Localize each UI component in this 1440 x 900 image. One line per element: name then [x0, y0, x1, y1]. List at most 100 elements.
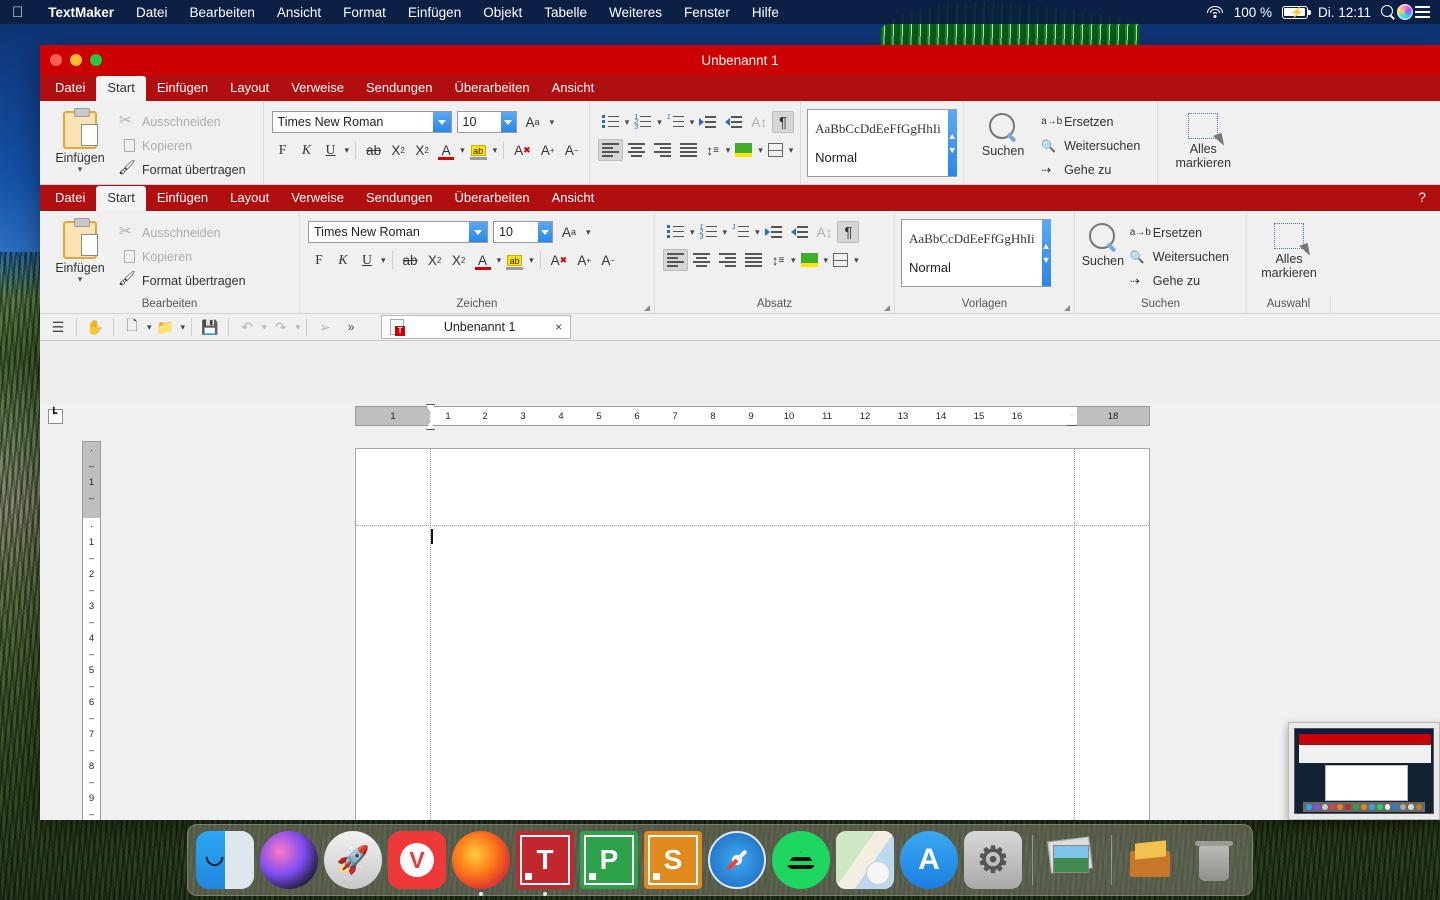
font-name-combo-2[interactable]: [308, 221, 488, 243]
align-center-icon[interactable]: [689, 249, 714, 271]
bullet-list-chevron-icon[interactable]: ▾: [690, 227, 695, 238]
dock-item-system-preferences[interactable]: [964, 831, 1022, 889]
paste-button-2[interactable]: Einfügen ▾: [46, 215, 114, 295]
redo-chevron-icon[interactable]: ▾: [296, 322, 301, 333]
dock-item-vivaldi[interactable]: [388, 831, 446, 889]
highlight-chevron-icon[interactable]: ▾: [529, 255, 534, 266]
help-button[interactable]: ?: [1418, 189, 1426, 205]
align-right-icon[interactable]: [650, 139, 675, 161]
change-case-icon[interactable]: Aa: [522, 111, 544, 133]
menu-item-hilfe[interactable]: Hilfe: [741, 5, 790, 20]
borders-chevron-icon[interactable]: ▾: [854, 255, 859, 266]
dock-item-preview[interactable]: [1043, 831, 1101, 889]
grow-font-button-2[interactable]: A+: [573, 249, 595, 271]
replace-button[interactable]: a→b Ersetzen: [1038, 112, 1143, 133]
tab-verweise[interactable]: Verweise: [280, 76, 355, 101]
italic-button-2[interactable]: K: [332, 249, 354, 271]
undo-chevron-icon[interactable]: ▾: [262, 322, 267, 333]
copy-button-2[interactable]: Kopieren: [116, 246, 249, 267]
font-size-dropdown-icon[interactable]: [538, 222, 552, 242]
dock-item-safari[interactable]: [708, 831, 766, 889]
undo-icon[interactable]: ↶: [235, 316, 259, 338]
bullet-list-icon[interactable]: [663, 221, 688, 243]
format-painter-button-2[interactable]: Format übertragen: [116, 270, 249, 291]
align-right-icon[interactable]: [715, 249, 740, 271]
tab-ueberarbeiten[interactable]: Überarbeiten: [443, 76, 540, 101]
find-button-2[interactable]: Suchen: [1081, 215, 1125, 295]
dock-item-presentations[interactable]: S: [644, 831, 702, 889]
close-document-icon[interactable]: ×: [555, 320, 562, 334]
shrink-font-button[interactable]: A−: [561, 139, 583, 161]
strikethrough-button[interactable]: ab: [362, 139, 385, 161]
superscript-button-2[interactable]: X2: [448, 249, 470, 271]
numbered-list-chevron-icon[interactable]: ▾: [723, 227, 728, 238]
menu-item-tabelle[interactable]: Tabelle: [533, 5, 598, 20]
shrink-font-button-2[interactable]: A−: [597, 249, 619, 271]
highlight-button-2[interactable]: ab: [503, 249, 526, 271]
decrease-indent-icon[interactable]: [787, 221, 812, 243]
styles-dialog-launcher[interactable]: [1064, 305, 1070, 311]
select-all-button-2[interactable]: Alles markieren: [1253, 215, 1325, 295]
change-case-chevron-icon[interactable]: ▾: [586, 227, 591, 238]
cut-button-2[interactable]: Ausschneiden: [116, 222, 249, 243]
align-center-icon[interactable]: [624, 139, 649, 161]
format-painter-button[interactable]: Format übertragen: [116, 160, 249, 181]
style-gallery-spinner[interactable]: ▲▼: [948, 110, 957, 176]
dock-item-firefox[interactable]: [452, 831, 510, 889]
document-tab[interactable]: Unbenannt 1 ×: [381, 315, 571, 339]
tab-datei[interactable]: Datei: [44, 76, 96, 101]
bold-button-2[interactable]: F: [308, 249, 330, 271]
menu-item-fenster[interactable]: Fenster: [673, 5, 741, 20]
underline-chevron-icon[interactable]: ▾: [345, 145, 350, 156]
font-color-chevron-icon[interactable]: ▾: [497, 255, 502, 266]
tab-start[interactable]: Start: [96, 76, 145, 101]
chevron-down-icon[interactable]: ▾: [78, 165, 83, 173]
wifi-icon[interactable]: [1207, 6, 1224, 19]
dock-item-spotify[interactable]: [772, 831, 830, 889]
show-marks-icon[interactable]: ¶: [837, 221, 859, 243]
highlight-chevron-icon[interactable]: ▾: [493, 145, 498, 156]
underline-button-2[interactable]: U: [356, 249, 378, 271]
menu-item-datei[interactable]: Datei: [125, 5, 179, 20]
tab-einfuegen[interactable]: Einfügen: [146, 76, 219, 101]
borders-icon[interactable]: [829, 249, 852, 271]
menu-item-objekt[interactable]: Objekt: [472, 5, 533, 20]
borders-icon[interactable]: [764, 139, 787, 161]
font-name-combo[interactable]: [272, 111, 452, 133]
tab-ansicht[interactable]: Ansicht: [541, 76, 606, 101]
open-folder-icon[interactable]: 📁: [154, 316, 178, 338]
save-icon[interactable]: 💾: [198, 316, 222, 338]
new-document-chevron-icon[interactable]: ▾: [147, 322, 152, 333]
show-marks-icon[interactable]: ¶: [772, 111, 794, 133]
menu-item-format[interactable]: Format: [332, 5, 397, 20]
font-size-dropdown-icon[interactable]: [501, 112, 515, 132]
tab2-einfuegen[interactable]: Einfügen: [146, 186, 219, 211]
sort-az-icon[interactable]: A↕: [747, 111, 771, 133]
sort-az-icon[interactable]: A↕: [813, 221, 837, 243]
touch-hand-icon[interactable]: ✋: [83, 316, 107, 338]
replace-button-2[interactable]: a→b Ersetzen: [1127, 222, 1232, 243]
dock-item-textmaker[interactable]: T: [516, 831, 574, 889]
tab2-ueberarbeiten[interactable]: Überarbeiten: [443, 186, 540, 211]
copy-button[interactable]: Kopieren: [116, 136, 249, 157]
tab2-verweise[interactable]: Verweise: [280, 186, 355, 211]
borders-chevron-icon[interactable]: ▾: [789, 145, 794, 156]
close-window-button[interactable]: [50, 54, 62, 66]
line-spacing-chevron-icon[interactable]: ▾: [726, 145, 731, 156]
tab2-datei[interactable]: Datei: [44, 186, 96, 211]
battery-percent-label[interactable]: 100 %: [1226, 5, 1280, 20]
vertical-ruler[interactable]: · – 1 – · 1 – 2 – 3 – 4 – 5 – 6 – 7 – 8 …: [82, 441, 101, 820]
numbered-list-chevron-icon[interactable]: ▾: [657, 117, 662, 128]
dock-item-unarchiver[interactable]: [1122, 831, 1180, 889]
dock-item-app-store[interactable]: [900, 831, 958, 889]
new-document-icon[interactable]: 🗋: [120, 316, 144, 338]
paragraph-dialog-launcher[interactable]: [884, 305, 890, 311]
font-size-combo[interactable]: [457, 111, 517, 133]
bullet-list-chevron-icon[interactable]: ▾: [625, 117, 630, 128]
highlight-button[interactable]: ab: [467, 139, 490, 161]
decrease-indent-icon[interactable]: [721, 111, 746, 133]
screen-capture-thumbnail[interactable]: [1288, 722, 1440, 820]
style-gallery-2[interactable]: AaBbCcDdEeFfGgHhIi Normal ▲▼: [901, 219, 1051, 287]
menu-clock[interactable]: Di. 12:11: [1310, 5, 1379, 20]
dock-item-maps[interactable]: [836, 831, 894, 889]
